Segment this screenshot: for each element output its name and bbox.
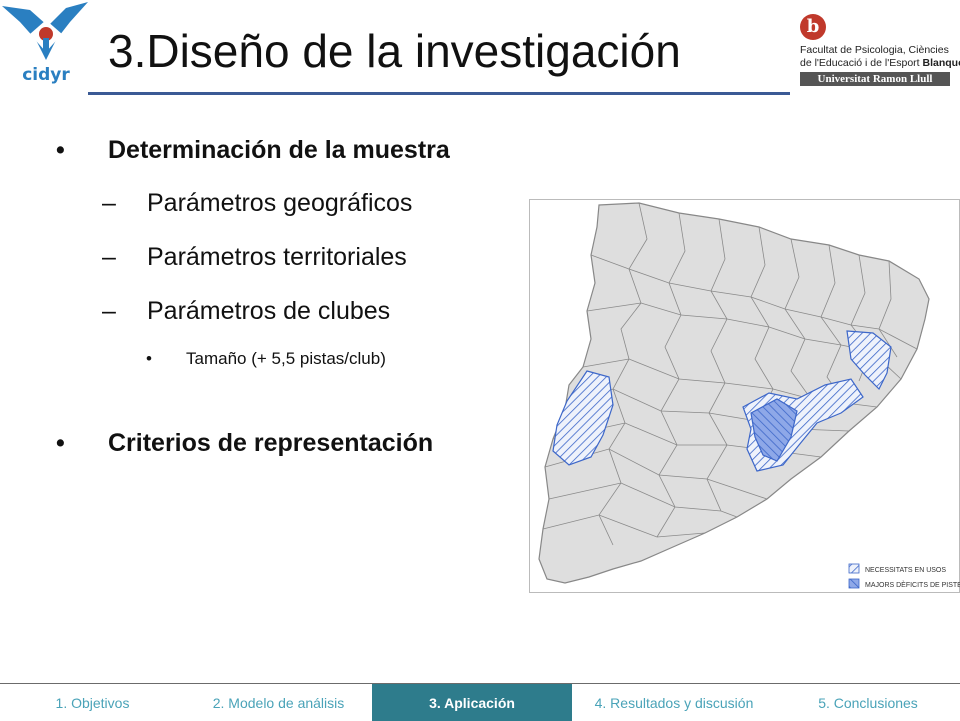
section-nav: 1. Objetivos 2. Modelo de análisis 3. Ap… [0,683,960,721]
university-logo-line1: Facultat de Psicologia, Ciències [800,44,949,56]
title-underline [88,92,790,95]
cidyr-logo-text: cidyr [22,65,70,85]
cidyr-logo: cidyr [0,0,92,90]
bullet-marker: • [56,136,65,165]
university-logo-line2-prefix: de l'Educació i de l'Esport [800,57,920,69]
legend-swatch-needs [849,564,859,573]
bullet-text: Tamaño (+ 5,5 pistas/club) [186,349,386,369]
tab-modelo-analisis[interactable]: 2. Modelo de análisis [185,684,372,721]
bullet-marker: • [56,429,65,458]
cidyr-logo-graphic: cidyr [0,0,92,90]
university-logo: b Facultat de Psicologia, Ciències de l'… [796,10,956,90]
tab-objetivos[interactable]: 1. Objetivos [0,684,185,721]
university-logo-line2-bold: Blanquerna [923,57,960,69]
university-logo-letter: b [800,14,826,40]
tab-label: 5. Conclusiones [818,695,918,711]
tab-label: 3. Aplicación [429,695,515,711]
bullet-text: Criterios de representación [108,429,433,458]
legend-label-needs: NECESSITATS EN USOS [865,567,946,574]
tab-label: 1. Objetivos [56,695,130,711]
bullet-marker: – [102,243,116,272]
bullet-marker: – [102,189,116,218]
catalonia-map-graphic: NECESSITATS EN USOS MAJORS DÈFICITS DE P… [529,199,960,593]
tab-aplicacion[interactable]: 3. Aplicación [372,684,572,721]
tab-conclusiones[interactable]: 5. Conclusiones [776,684,960,721]
university-logo-line2: de l'Educació i de l'Esport Blanquerna [800,57,960,69]
bullet-text: Parámetros geográficos [147,189,412,218]
page-title: 3.Diseño de la investigación [108,28,681,74]
catalonia-map: NECESSITATS EN USOS MAJORS DÈFICITS DE P… [529,199,960,593]
tab-resultados-discusion[interactable]: 4. Resultados y discusión [572,684,776,721]
legend-swatch-deficits [849,579,859,588]
bullet-text: Parámetros territoriales [147,243,407,272]
bullet-text: Determinación de la muestra [108,136,450,165]
bullet-marker: • [146,349,152,369]
legend-label-deficits: MAJORS DÈFICITS DE PISTES [865,580,960,589]
tab-label: 2. Modelo de análisis [213,695,345,711]
tab-label: 4. Resultados y discusión [595,695,754,711]
university-logo-bar: Universitat Ramon Llull [800,72,950,86]
bullet-text: Parámetros de clubes [147,297,390,326]
bullet-marker: – [102,297,116,326]
